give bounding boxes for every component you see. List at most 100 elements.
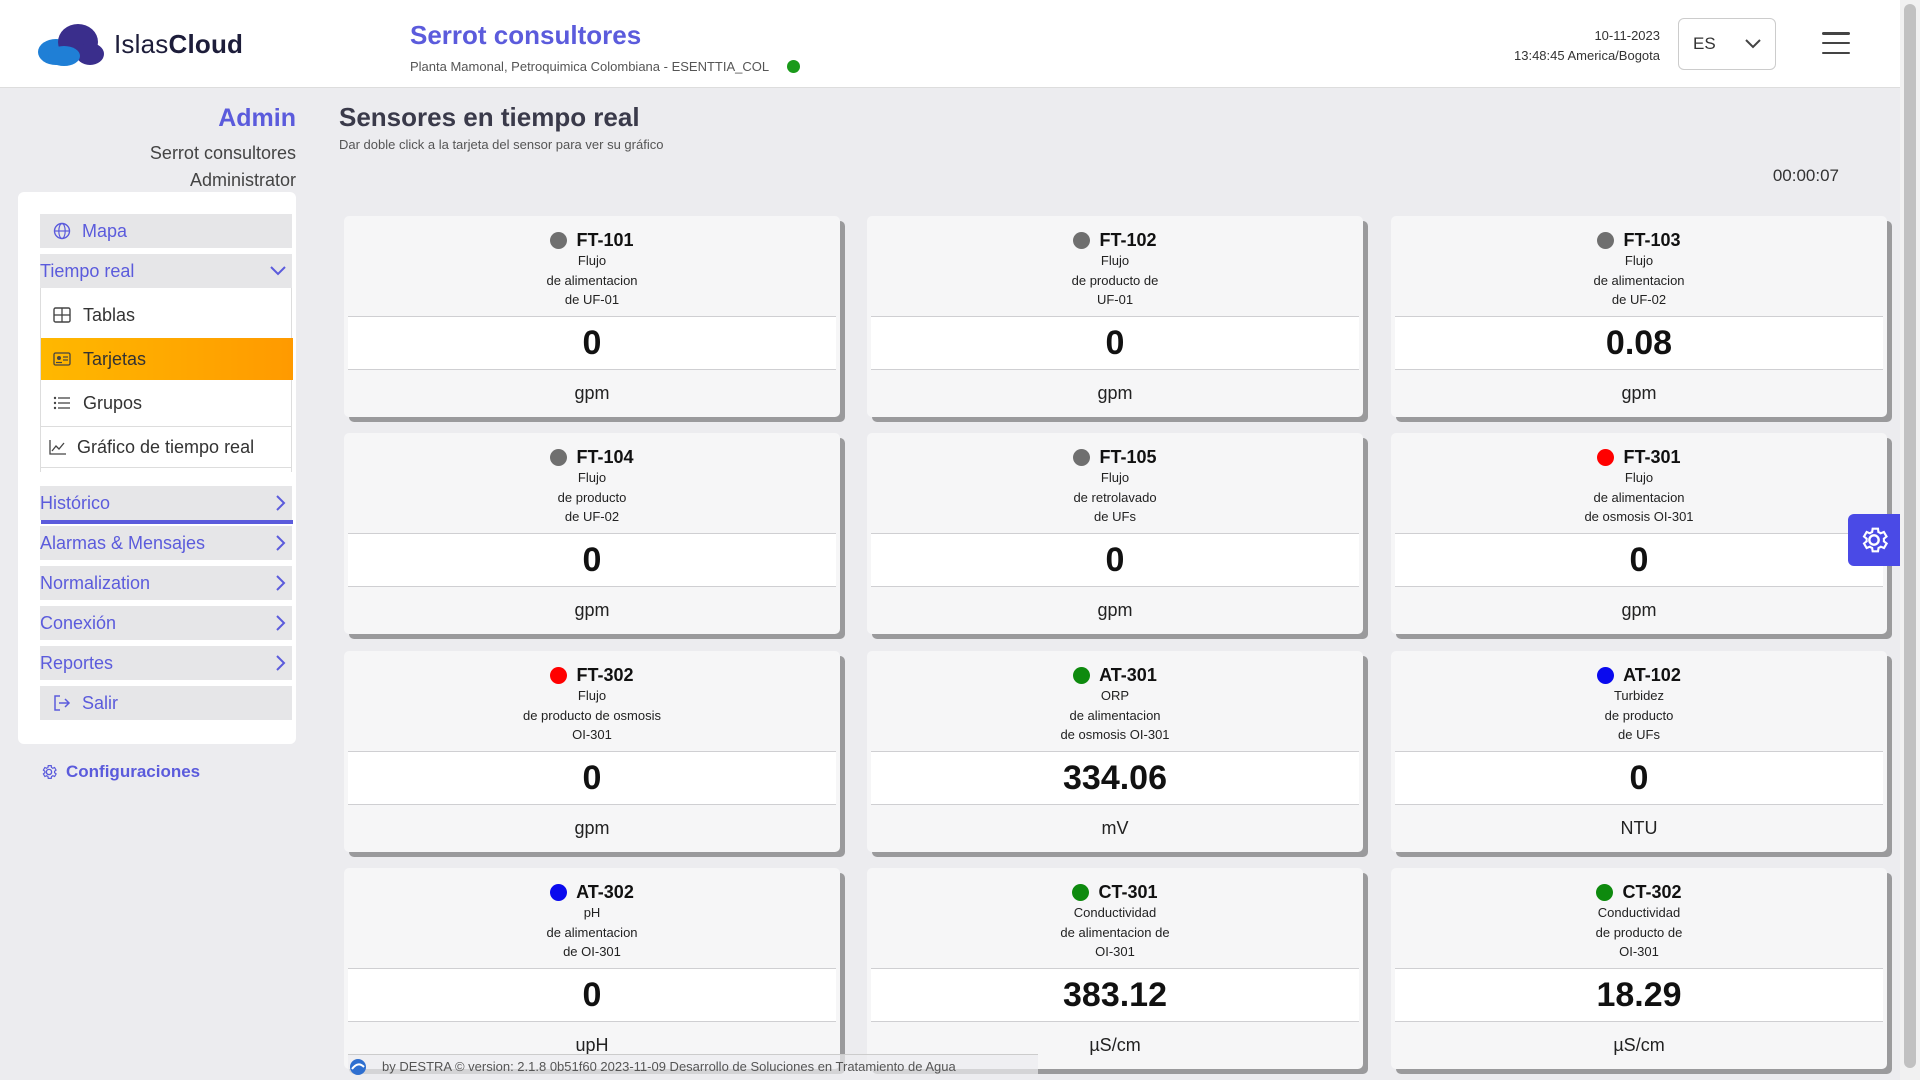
sensor-tag: CT-302 bbox=[1622, 882, 1682, 902]
sensor-tag: FT-301 bbox=[1623, 447, 1681, 467]
sensor-tag: AT-102 bbox=[1623, 665, 1681, 685]
sensor-tag: FT-104 bbox=[576, 447, 634, 467]
sensor-description-line: de alimentacion de bbox=[1060, 924, 1170, 940]
logout-icon bbox=[52, 693, 72, 713]
sensor-status-dot bbox=[1597, 232, 1615, 249]
sensor-card[interactable]: FT-104 Flujo de producto de UF-02 0 gpm bbox=[344, 433, 840, 634]
sensor-card[interactable]: CT-302 Conductividad de producto de OI-301 1… bbox=[1391, 868, 1887, 1069]
sidebar-item-realtime-chart[interactable]: Gráfico de tiempo real bbox=[40, 426, 292, 468]
sidebar-item-tables[interactable]: Tablas bbox=[41, 294, 293, 336]
current-time: 13:48:45 America/Bogota bbox=[1514, 48, 1660, 63]
sensor-card-header: FT-105 Flujo de retrolavado de UFs bbox=[867, 433, 1363, 533]
sensor-tag: CT-301 bbox=[1098, 882, 1158, 902]
sensor-status-dot bbox=[1072, 884, 1090, 901]
sidebar-item-normalization[interactable]: Normalization bbox=[40, 566, 292, 600]
current-date: 10-11-2023 bbox=[1594, 28, 1660, 43]
page-title: Sensores en tiempo real bbox=[339, 102, 640, 132]
sidebar-menu: Mapa Tiempo real Tablas Tarjetas Grupos bbox=[18, 192, 296, 744]
company-name: Serrot consultores bbox=[410, 20, 642, 50]
sensor-card-title: FT-104 bbox=[344, 447, 840, 468]
chevron-right-icon bbox=[276, 535, 286, 551]
sidebar-item-connection[interactable]: Conexión bbox=[40, 606, 292, 640]
sensor-description-line: de UF-01 bbox=[564, 292, 620, 307]
sidebar-item-cards[interactable]: Tarjetas bbox=[41, 338, 293, 380]
islascloud-logo[interactable]: IslasCloud bbox=[34, 22, 243, 66]
scrollbar-thumb[interactable] bbox=[1904, 4, 1916, 1068]
sensor-value: 0 bbox=[871, 316, 1359, 370]
sensor-card[interactable]: FT-105 Flujo de retrolavado de UFs 0 gpm bbox=[867, 433, 1363, 634]
sidebar-item-history[interactable]: Histórico bbox=[40, 486, 292, 520]
sidebar-item-alarms-label: Alarmas & Mensajes bbox=[40, 532, 206, 553]
language-select[interactable]: ES bbox=[1678, 18, 1776, 70]
connection-status-dot bbox=[787, 60, 801, 73]
sensor-value: 383.12 bbox=[871, 968, 1359, 1022]
sensor-unit: gpm bbox=[1621, 599, 1657, 620]
sensor-description-line: OI-301 bbox=[1095, 944, 1135, 959]
sensor-card[interactable]: AT-102 Turbidez de producto de UFs 0 NTU bbox=[1391, 651, 1887, 852]
sensor-card-title: CT-302 bbox=[1391, 882, 1887, 903]
sensor-card-header: FT-103 Flujo de alimentacion de UF-02 bbox=[1391, 216, 1887, 316]
sensor-card-title: FT-101 bbox=[344, 230, 840, 251]
sensor-tag: FT-103 bbox=[1623, 230, 1681, 250]
sensor-description-line: Conductividad bbox=[1597, 905, 1681, 920]
sensor-description-line: UF-01 bbox=[1096, 292, 1134, 307]
settings-fab-button[interactable] bbox=[1848, 514, 1900, 566]
sensor-description-line: Flujo bbox=[577, 688, 607, 703]
sensor-card[interactable]: CT-301 Conductividad de alimentacion de OI-… bbox=[867, 868, 1363, 1069]
sensor-card-title: AT-102 bbox=[1391, 665, 1887, 686]
sensor-card[interactable]: AT-301 ORP de alimentacion de osmosis OI-30… bbox=[867, 651, 1363, 852]
sensor-unit: gpm bbox=[574, 817, 610, 838]
sensor-description-line: Turbidez bbox=[1613, 688, 1665, 703]
settings-link-label: Configuraciones bbox=[66, 762, 201, 781]
chevron-right-icon bbox=[276, 615, 286, 631]
sensor-value: 18.29 bbox=[1395, 968, 1883, 1022]
sidebar-item-groups[interactable]: Grupos bbox=[41, 382, 293, 424]
sensor-description-line: de retrolavado bbox=[1073, 489, 1157, 505]
sidebar-item-alarms[interactable]: Alarmas & Mensajes bbox=[40, 526, 292, 560]
sidebar-item-connection-label: Conexión bbox=[40, 612, 117, 633]
sensor-description-line: de UFs bbox=[1618, 727, 1660, 742]
sensor-unit: gpm bbox=[1097, 599, 1133, 620]
submenu-divider bbox=[41, 520, 293, 524]
datetime: 10-11-2023 13:48:45 America/Bogota bbox=[1514, 26, 1660, 66]
sensor-tag: FT-102 bbox=[1099, 230, 1157, 250]
sidebar-item-logout[interactable]: Salir bbox=[40, 686, 292, 720]
sensor-card-title: AT-301 bbox=[867, 665, 1363, 686]
sensor-unit: µS/cm bbox=[1613, 1034, 1665, 1055]
sensor-description-line: OI-301 bbox=[1619, 944, 1659, 959]
sensor-card[interactable]: FT-103 Flujo de alimentacion de UF-02 0.08 gp… bbox=[1391, 216, 1887, 417]
globe-icon bbox=[52, 221, 72, 241]
sensor-card[interactable]: AT-302 pH de alimentacion de OI-301 0 upH bbox=[344, 868, 840, 1069]
sensor-description-line: de alimentacion bbox=[1069, 707, 1161, 723]
sidebar-item-map[interactable]: Mapa bbox=[40, 214, 292, 248]
sidebar-item-realtime[interactable]: Tiempo real bbox=[40, 254, 292, 288]
sensor-description-line: de osmosis OI-301 bbox=[1060, 727, 1170, 742]
sensor-description-line: de osmosis OI-301 bbox=[1584, 509, 1694, 524]
sensor-value: 0 bbox=[1395, 533, 1883, 587]
sidebar-item-reports[interactable]: Reportes bbox=[40, 646, 292, 680]
sensor-card-title: FT-301 bbox=[1391, 447, 1887, 468]
sensor-description-line: Flujo bbox=[577, 253, 607, 268]
sensor-card[interactable]: FT-102 Flujo de producto de UF-01 0 gpm bbox=[867, 216, 1363, 417]
sensor-card[interactable]: FT-101 Flujo de alimentacion de UF-01 0 gpm bbox=[344, 216, 840, 417]
sensor-value: 0 bbox=[348, 533, 836, 587]
page-scrollbar[interactable] bbox=[1900, 0, 1920, 1080]
sensor-card-header: AT-102 Turbidez de producto de UFs bbox=[1391, 651, 1887, 751]
sensor-card[interactable]: FT-301 Flujo de alimentacion de osmosis OI-… bbox=[1391, 433, 1887, 634]
sensor-unit: NTU bbox=[1620, 817, 1658, 838]
sidebar-item-normalization-label: Normalization bbox=[40, 572, 151, 593]
plant-line: Planta Mamonal, Petroquimica Colombiana … bbox=[410, 59, 770, 74]
sensor-card-title: FT-105 bbox=[867, 447, 1363, 468]
sensor-card-header: AT-302 pH de alimentacion de OI-301 bbox=[344, 868, 840, 968]
sensor-card[interactable]: FT-302 Flujo de producto de osmosis OI-301 0… bbox=[344, 651, 840, 852]
sensor-status-dot bbox=[1597, 449, 1615, 466]
company-info: Serrot consultores Planta Mamonal, Petro… bbox=[410, 20, 801, 74]
sensor-tag: FT-101 bbox=[576, 230, 634, 250]
refresh-timer: 00:00:07 bbox=[1772, 166, 1839, 185]
hamburger-menu-icon[interactable] bbox=[1822, 32, 1850, 54]
user-name: Admin bbox=[218, 104, 296, 132]
sensor-status-dot bbox=[550, 232, 568, 249]
sensor-description-line: ORP bbox=[1100, 688, 1130, 703]
sensor-description-line: pH bbox=[583, 905, 601, 920]
settings-link[interactable]: Configuraciones bbox=[40, 762, 200, 782]
